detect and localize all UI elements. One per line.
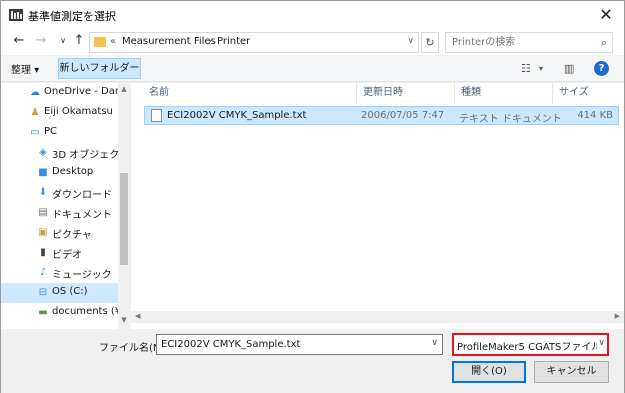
pc-icon: ▭ xyxy=(30,127,40,138)
up-arrow-icon[interactable]: ↑ xyxy=(71,33,87,49)
scroll-left-arrow-icon[interactable]: ◀ xyxy=(135,312,140,320)
scroll-right-arrow-icon[interactable]: ▶ xyxy=(615,312,620,320)
sidebar-item-pictures[interactable]: ▣ ピクチャ xyxy=(1,223,118,243)
3d-objects-icon: ◈ xyxy=(39,147,47,158)
title-bar: 基準値測定を選択 ✕ xyxy=(1,1,624,29)
cloud-icon: ☁ xyxy=(30,87,40,98)
network-drive-icon: ▬ xyxy=(38,307,48,318)
search-input[interactable] xyxy=(452,35,592,50)
sidebar-item-label: OneDrive - Dana xyxy=(44,86,118,97)
sidebar-item-downloads[interactable]: ⬇ ダウンロード xyxy=(1,183,118,203)
sidebar-item-network-documents[interactable]: ▬ documents (¥¥ xyxy=(1,303,118,323)
open-button[interactable]: 開く(O) xyxy=(452,361,526,383)
column-header-type[interactable]: 種類 xyxy=(455,83,553,103)
download-icon: ⬇ xyxy=(38,187,48,198)
column-header-name[interactable]: 名前 xyxy=(143,83,357,103)
file-name: ECI2002V CMYK_Sample.txt xyxy=(167,110,307,121)
column-header-modified[interactable]: 更新日時 xyxy=(357,83,455,103)
view-dropdown-icon[interactable]: ▾ xyxy=(539,64,543,73)
sidebar-item-label: ピクチャ xyxy=(52,230,92,241)
file-list: 名前 ︿ 更新日時 種類 サイズ ECI2002V CMYK_Sample.tx… xyxy=(131,82,624,329)
sidebar-item-desktop[interactable]: ■ Desktop xyxy=(1,163,118,183)
file-size: 414 KB xyxy=(577,110,613,121)
command-toolbar: 整理 ▾ 新しいフォルダー ☷ ▾ ▥ ? xyxy=(1,56,624,82)
text-file-icon xyxy=(151,109,162,122)
pictures-icon: ▣ xyxy=(38,227,48,238)
back-arrow-icon[interactable]: ← xyxy=(11,33,27,49)
organize-menu-button[interactable]: 整理 ▾ xyxy=(11,61,39,76)
sidebar-item-pc[interactable]: ▭ PC xyxy=(1,123,118,143)
file-type-filter-select[interactable]: ProfileMaker5 CGATSファイル (*.txt) ∨ xyxy=(452,333,609,356)
view-options-icon[interactable]: ☷ xyxy=(521,62,531,75)
breadcrumb-separator-icon[interactable]: › xyxy=(208,36,212,47)
filename-combobox[interactable]: ∨ xyxy=(156,334,443,355)
file-modified: 2006/07/05 7:47 xyxy=(361,110,445,121)
window-title: 基準値測定を選択 xyxy=(28,10,116,23)
preview-pane-icon[interactable]: ▥ xyxy=(564,62,574,75)
sidebar-item-label: PC xyxy=(44,126,58,137)
sidebar-item-3d-objects[interactable]: ◈ 3D オブジェクト xyxy=(1,143,118,163)
navigation-pane: ☁ OneDrive - Dana ♟ Eiji Okamatsu ▭ PC ◈… xyxy=(1,83,118,329)
file-type: テキスト ドキュメント xyxy=(459,114,562,125)
breadcrumb-item[interactable]: Measurement Files xyxy=(122,36,216,47)
column-header-size[interactable]: サイズ xyxy=(553,83,619,103)
refresh-button[interactable]: ↻ xyxy=(421,32,439,53)
search-box[interactable]: ⌕ xyxy=(445,32,613,53)
documents-icon: ▤ xyxy=(38,207,48,218)
app-icon xyxy=(9,9,23,21)
sidebar-item-label: Desktop xyxy=(52,166,94,177)
close-button[interactable]: ✕ xyxy=(596,5,616,25)
address-dropdown-icon[interactable]: ∨ xyxy=(407,36,414,46)
user-icon: ♟ xyxy=(30,107,40,118)
file-list-horizontal-scrollbar[interactable]: ◀ ▶ xyxy=(131,311,624,323)
sidebar-item-label: ミュージック xyxy=(52,270,112,281)
sidebar-item-os-drive[interactable]: ⊟ OS (C:) xyxy=(1,283,118,303)
forward-arrow-icon[interactable]: → xyxy=(33,33,49,49)
chevron-down-icon[interactable]: ∨ xyxy=(598,338,605,348)
scroll-down-arrow-icon[interactable]: ▼ xyxy=(119,316,129,324)
scroll-up-arrow-icon[interactable]: ▲ xyxy=(119,85,129,93)
breadcrumb-overflow[interactable]: « xyxy=(110,36,116,47)
file-type-filter-value: ProfileMaker5 CGATSファイル (*.txt) xyxy=(457,342,597,353)
breadcrumb-item[interactable]: Printer xyxy=(217,36,250,47)
chevron-down-icon[interactable]: ∨ xyxy=(431,338,438,348)
filename-input[interactable] xyxy=(161,337,421,352)
sidebar-item-label: documents (¥¥ xyxy=(52,306,118,317)
sidebar-item-label: OS (C:) xyxy=(52,286,88,297)
recent-locations-chevron-icon[interactable]: ∨ xyxy=(55,33,71,49)
video-icon: ▮ xyxy=(40,247,46,258)
help-icon[interactable]: ? xyxy=(594,61,609,76)
navigation-scrollbar[interactable]: ▲ ▼ xyxy=(118,83,130,329)
music-icon: ♪ xyxy=(39,267,47,278)
file-row[interactable]: ECI2002V CMYK_Sample.txt 2006/07/05 7:47… xyxy=(144,106,619,125)
sidebar-item-user[interactable]: ♟ Eiji Okamatsu xyxy=(1,103,118,123)
sidebar-item-videos[interactable]: ▮ ビデオ xyxy=(1,243,118,263)
sidebar-item-music[interactable]: ♪ ミュージック xyxy=(1,263,118,283)
sidebar-item-onedrive[interactable]: ☁ OneDrive - Dana xyxy=(1,83,118,103)
scroll-thumb[interactable] xyxy=(120,173,128,265)
dialog-footer: ファイル名(N): ∨ ProfileMaker5 CGATSファイル (*.t… xyxy=(1,329,624,393)
desktop-icon: ■ xyxy=(38,167,48,178)
navigation-bar: ← → ∨ ↑ « Measurement Files › Printer ∨ … xyxy=(1,29,624,55)
folder-icon xyxy=(94,37,106,47)
new-folder-button[interactable]: 新しいフォルダー xyxy=(58,58,141,79)
sidebar-item-label: ビデオ xyxy=(52,250,82,261)
search-icon: ⌕ xyxy=(600,36,607,49)
sidebar-item-label: Eiji Okamatsu xyxy=(44,106,113,117)
sidebar-item-label: 3D オブジェクト xyxy=(52,150,118,161)
cancel-button[interactable]: キャンセル xyxy=(534,361,609,383)
file-open-dialog: 基準値測定を選択 ✕ ← → ∨ ↑ « Measurement Files ›… xyxy=(0,0,625,393)
address-bar[interactable]: « Measurement Files › Printer ∨ xyxy=(89,32,419,53)
sidebar-item-documents[interactable]: ▤ ドキュメント xyxy=(1,203,118,223)
sidebar-item-label: ドキュメント xyxy=(52,210,112,221)
drive-icon: ⊟ xyxy=(38,287,48,298)
sidebar-item-label: ダウンロード xyxy=(52,190,112,201)
